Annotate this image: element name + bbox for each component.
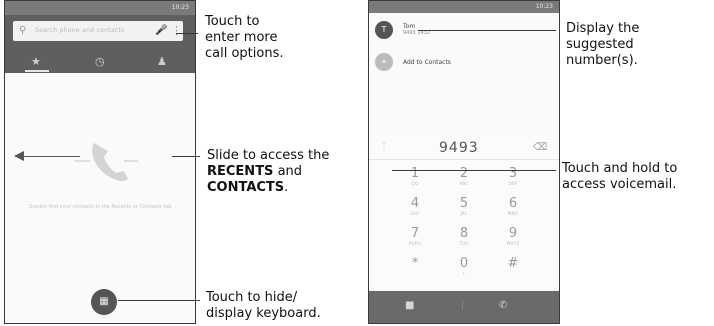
tab-contacts[interactable]: ♟ xyxy=(157,55,167,68)
slide-arrow-head xyxy=(14,151,24,161)
callout-line-suggested xyxy=(418,30,556,31)
tab-recents[interactable]: ◷ xyxy=(95,55,105,68)
add-contact-row[interactable]: + Add to Contacts xyxy=(369,49,559,77)
dial-key-letters: PQRS xyxy=(408,241,422,246)
slide-arrow xyxy=(20,156,80,157)
dial-key-letters: WXYZ xyxy=(506,241,520,246)
backspace-icon[interactable]: ⌫ xyxy=(533,142,547,153)
dial-key[interactable]: 0 + xyxy=(444,257,484,277)
dial-key-digit: 6 xyxy=(508,196,518,211)
dial-key[interactable]: * xyxy=(395,257,435,271)
status-bar: 10:23 xyxy=(5,1,195,15)
search-placeholder: Search phone and contacts xyxy=(35,27,125,34)
callout-keyboard: Touch to hide/display keyboard. xyxy=(206,290,321,321)
avatar: T xyxy=(375,21,393,39)
suggestion-name: Tom xyxy=(403,23,416,30)
dial-key-letters: + xyxy=(462,271,466,276)
callout-line-options xyxy=(176,33,198,34)
dialpad-action-bar: ■ | ✆ xyxy=(369,291,559,323)
callout-line-voicemail xyxy=(392,170,556,171)
dialpad-fab-button[interactable]: ▦ xyxy=(91,289,117,315)
dial-key-digit: 5 xyxy=(459,196,469,211)
callout-slide: Slide to access the RECENTS and CONTACTS… xyxy=(207,148,330,195)
dial-key-digit: 8 xyxy=(459,226,469,241)
dial-key-digit: 0 xyxy=(459,256,469,271)
empty-state-phone-icon xyxy=(74,143,138,181)
tab-favorites[interactable]: ★ xyxy=(25,55,49,72)
dial-key[interactable]: # xyxy=(493,257,533,271)
callout-line-slide xyxy=(172,156,200,157)
callout-call-options: Touch to enter more call options. xyxy=(205,14,284,61)
status-time: 10:23 xyxy=(171,4,189,11)
dial-key[interactable]: 7 PQRS xyxy=(395,227,435,247)
dial-key-letters: MNO xyxy=(507,211,519,216)
dial-key-digit: 4 xyxy=(410,196,420,211)
digits-display: ⋮ 9493 ⌫ xyxy=(369,137,559,160)
search-icon: ⚲ xyxy=(19,25,27,36)
callout-suggested: Display the suggested number(s). xyxy=(566,21,640,68)
suggestion-row[interactable]: T Tom 9493 1432 xyxy=(369,17,559,45)
dial-key-letters: JKL xyxy=(460,211,468,216)
dial-key-digit: 7 xyxy=(410,226,420,241)
divider: | xyxy=(461,300,465,311)
status-time: 10:23 xyxy=(535,3,553,10)
dial-key-digit: 9 xyxy=(508,226,518,241)
right-phone-screen: 10:23 T Tom 9493 1432 + Add to Contacts … xyxy=(368,0,560,324)
dial-key[interactable]: 6 MNO xyxy=(493,197,533,217)
call-icon[interactable]: ✆ xyxy=(499,300,507,311)
dial-key-letters: DEF xyxy=(508,181,518,186)
dial-key-digit: * xyxy=(411,256,419,271)
empty-state-text: Quickly find your contacts in the Recent… xyxy=(28,204,172,210)
status-bar: 10:23 xyxy=(369,1,559,13)
app-bar: ⚲ Search phone and contacts 🎤 ⋮ ★ ◷ ♟ xyxy=(5,15,195,73)
dial-key-digit: # xyxy=(507,256,519,271)
dialpad-icon: ▦ xyxy=(99,296,109,307)
dial-key[interactable]: 9 WXYZ xyxy=(493,227,533,247)
dial-key-letters: TUV xyxy=(459,241,469,246)
dial-key[interactable]: 4 GHI xyxy=(395,197,435,217)
dial-key-letters: QO xyxy=(411,181,419,186)
mic-icon[interactable]: 🎤 xyxy=(155,25,167,36)
video-call-icon[interactable]: ■ xyxy=(405,300,414,311)
search-bar[interactable]: ⚲ Search phone and contacts 🎤 ⋮ xyxy=(13,21,183,41)
left-phone-screen: 10:23 ⚲ Search phone and contacts 🎤 ⋮ ★ … xyxy=(4,0,196,324)
add-contact-avatar: + xyxy=(375,53,393,71)
dial-key-letters: GHI xyxy=(410,211,420,216)
tab-bar: ★ ◷ ♟ xyxy=(5,53,195,73)
dial-key-letters: ABC xyxy=(459,181,469,186)
more-icon[interactable]: ⋮ xyxy=(379,142,389,153)
dial-key[interactable]: 5 JKL xyxy=(444,197,484,217)
callout-line-keyboard xyxy=(118,300,200,301)
typed-number[interactable]: 9493 xyxy=(439,140,479,156)
add-contact-label: Add to Contacts xyxy=(403,59,451,66)
more-options-icon[interactable]: ⋮ xyxy=(171,24,182,37)
dial-key[interactable]: 8 TUV xyxy=(444,227,484,247)
callout-voicemail: Touch and hold to access voicemail. xyxy=(562,161,678,192)
dialpad: ⋮ 9493 ⌫ 1 QO 2 ABC 3 DEF 4 GHI 5 JKL 6 MNO 7 PQRS 8 TU… xyxy=(369,133,559,323)
